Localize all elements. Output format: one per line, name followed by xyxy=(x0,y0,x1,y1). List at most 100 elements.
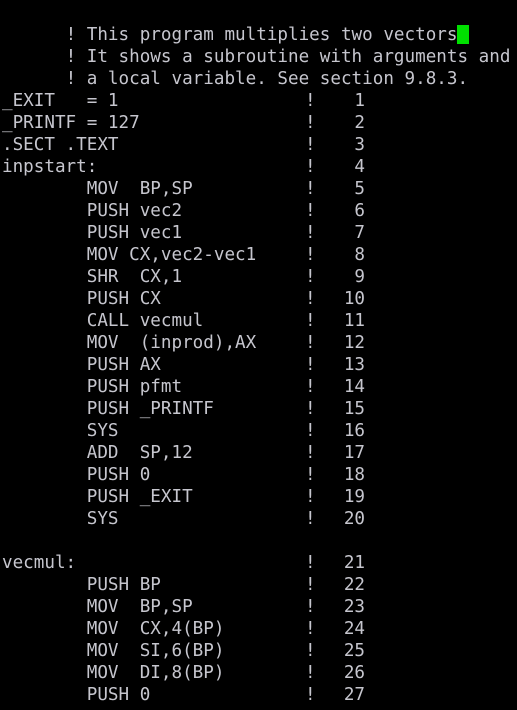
line-number: 19 xyxy=(343,487,365,507)
line-number: 10 xyxy=(343,289,365,309)
code-line: PUSH BP! 22 xyxy=(2,574,517,596)
line-number: 25 xyxy=(343,641,365,661)
line-number: 24 xyxy=(343,619,365,639)
code-line: SYS! 20 xyxy=(2,508,517,530)
line-number: 3 xyxy=(354,135,365,155)
comment-line: ! It shows a subroutine with arguments a… xyxy=(2,24,517,67)
comment-marker: ! xyxy=(305,157,316,177)
code-text: CALL vecmul xyxy=(2,311,204,331)
line-number: 9 xyxy=(354,267,365,287)
code-text: MOV (inprod),AX xyxy=(2,333,257,353)
line-number-gutter: ! 14 xyxy=(305,376,365,398)
code-line: PUSH vec2! 6 xyxy=(2,200,517,222)
code-text: PUSH vec1 xyxy=(2,223,183,243)
line-number: 6 xyxy=(354,201,365,221)
code-listing: _EXIT = 1! 1 _PRINTF = 127! 2 .SECT .TEXT! 3 i… xyxy=(2,90,517,706)
code-text: SYS xyxy=(2,509,119,529)
line-number: 1 xyxy=(354,91,365,111)
code-text: PUSH _PRINTF xyxy=(2,399,214,419)
comment-marker: ! xyxy=(305,663,316,683)
line-number-gutter: ! 27 xyxy=(305,684,365,706)
line-number-gutter: ! 4 xyxy=(305,156,365,178)
line-number: 5 xyxy=(354,179,365,199)
code-line: PUSH AX ! 13 xyxy=(2,354,517,376)
line-number-gutter: ! 16 xyxy=(305,420,365,442)
line-number-gutter: ! 20 xyxy=(305,508,365,530)
code-line: inpstart:! 4 xyxy=(2,156,517,178)
code-text: MOV BP,SP xyxy=(2,597,193,617)
line-number-gutter: ! 15 xyxy=(305,398,365,420)
comment-marker: ! xyxy=(305,685,316,705)
code-text: MOV CX,4(BP) xyxy=(2,619,225,639)
line-number-gutter: ! 2 xyxy=(305,112,365,134)
code-line: MOV SI,6(BP)! 25 xyxy=(2,640,517,662)
code-text: PUSH 0 xyxy=(2,685,151,705)
comment-marker: ! xyxy=(305,487,316,507)
comment-marker: ! xyxy=(305,641,316,661)
line-number: 23 xyxy=(343,597,365,617)
comment-marker: ! xyxy=(305,289,316,309)
code-line: MOV BP,SP! 23 xyxy=(2,596,517,618)
line-number-gutter: ! 17 xyxy=(305,442,365,464)
comment-marker: ! xyxy=(305,201,316,221)
line-number-gutter: ! 12 xyxy=(305,332,365,354)
code-text: _EXIT = 1 xyxy=(2,91,119,111)
comment-marker: ! xyxy=(305,113,316,133)
comment-line: ! This program multiplies two vectors xyxy=(2,2,517,45)
code-text: SHR CX,1 xyxy=(2,267,183,287)
code-text: vecmul: xyxy=(2,553,77,573)
comment-marker: ! xyxy=(305,91,316,111)
comment-marker: ! xyxy=(305,399,316,419)
comment-marker: ! xyxy=(305,377,316,397)
line-number: 20 xyxy=(343,509,365,529)
line-number: 8 xyxy=(354,245,365,265)
code-line: vecmul:! 21 xyxy=(2,552,517,574)
line-number-gutter: ! 25 xyxy=(305,640,365,662)
terminal-window[interactable]: ! This program multiplies two vectors ! … xyxy=(0,0,517,710)
line-number-gutter: ! 21 xyxy=(305,552,365,574)
line-number: 21 xyxy=(343,553,365,573)
blank-line xyxy=(2,68,517,90)
comment-marker: ! xyxy=(305,575,316,595)
line-number-gutter: ! 22 xyxy=(305,574,365,596)
line-number: 26 xyxy=(343,663,365,683)
comment-marker: ! xyxy=(305,311,316,331)
comment-marker: ! xyxy=(305,135,316,155)
line-number: 4 xyxy=(354,157,365,177)
code-line: MOV CX,vec2-vec1! 8 xyxy=(2,244,517,266)
line-number: 22 xyxy=(343,575,365,595)
code-line: PUSH _PRINTF ! 15 xyxy=(2,398,517,420)
code-text: MOV CX,vec2-vec1 xyxy=(2,245,257,265)
code-text: PUSH CX xyxy=(2,289,161,309)
line-number: 2 xyxy=(354,113,365,133)
comment-marker: ! xyxy=(305,465,316,485)
comment-marker: ! xyxy=(305,553,316,573)
blank-text xyxy=(2,68,13,90)
code-text: PUSH AX xyxy=(2,355,161,375)
comment-line: ! a local variable. See section 9.8.3. xyxy=(2,46,517,89)
code-text: inpstart: xyxy=(2,157,98,177)
code-line: PUSH vec1 ! 7 xyxy=(2,222,517,244)
code-line: MOV (inprod),AX ! 12 xyxy=(2,332,517,354)
code-text: PUSH 0 xyxy=(2,465,151,485)
code-line: MOV CX,4(BP)! 24 xyxy=(2,618,517,640)
comment-marker: ! xyxy=(305,179,316,199)
comment-marker: ! xyxy=(305,421,316,441)
line-number: 18 xyxy=(343,465,365,485)
line-number-gutter: ! 7 xyxy=(305,222,365,244)
comment-marker: ! xyxy=(305,597,316,617)
line-number-gutter: ! 13 xyxy=(305,354,365,376)
code-line: MOV BP,SP! 5 xyxy=(2,178,517,200)
code-text: MOV DI,8(BP) xyxy=(2,663,225,683)
code-line: .SECT .TEXT! 3 xyxy=(2,134,517,156)
line-number: 12 xyxy=(343,333,365,353)
blank-line xyxy=(2,530,517,552)
comment-marker: ! xyxy=(305,223,316,243)
code-line: CALL vecmul! 11 xyxy=(2,310,517,332)
line-number-gutter: ! 1 xyxy=(305,90,365,112)
comment-marker: ! xyxy=(305,509,316,529)
line-number: 14 xyxy=(343,377,365,397)
line-number: 13 xyxy=(343,355,365,375)
code-line: SYS! 16 xyxy=(2,420,517,442)
